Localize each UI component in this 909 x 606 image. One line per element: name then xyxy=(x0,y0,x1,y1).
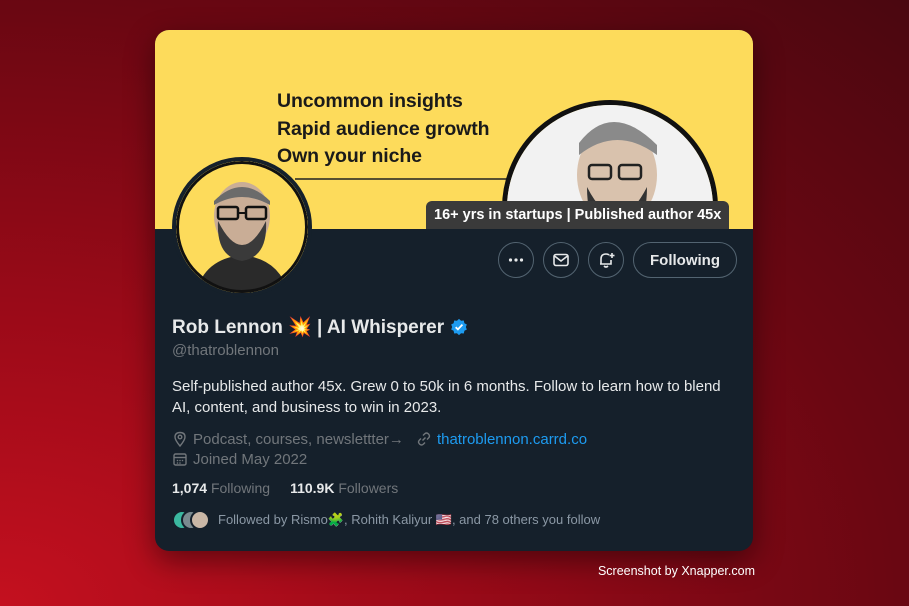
profile-stats: 1,074 Following 110.9K Followers xyxy=(172,480,398,496)
banner-line-1: Uncommon insights xyxy=(277,90,463,112)
followers-stat[interactable]: 110.9K Followers xyxy=(290,480,398,496)
bell-plus-icon xyxy=(600,253,615,268)
website-item[interactable]: thatroblennon.carrd.co xyxy=(416,431,587,448)
joined-item: Joined May 2022 xyxy=(172,451,307,468)
profile-actions: Following xyxy=(498,242,737,278)
link-icon xyxy=(417,432,431,446)
notifications-button[interactable] xyxy=(588,242,625,278)
banner-text: Uncommon insights Rapid audience growth … xyxy=(277,88,490,171)
following-label: Following xyxy=(210,480,271,496)
banner-tag: 16+ yrs in startups | Published author 4… xyxy=(426,201,730,229)
followed-by-text: Followed by Rismo🧩, Rohith Kaliyur 🇺🇸, a… xyxy=(218,512,601,527)
profile-meta: Podcast, courses, newslettter→ thatroble… xyxy=(172,429,599,469)
display-name: Rob Lennon 💥 | AI Whisperer xyxy=(172,317,445,338)
envelope-icon xyxy=(553,253,569,267)
display-name-row: Rob Lennon 💥 | AI Whisperer xyxy=(172,315,468,339)
profile-card: Uncommon insights Rapid audience growth … xyxy=(155,30,753,551)
mini-avatar xyxy=(190,510,210,530)
following-stat[interactable]: 1,074 Following xyxy=(172,480,270,496)
followed-by[interactable]: Followed by Rismo🧩, Rohith Kaliyur 🇺🇸, a… xyxy=(172,510,600,530)
followers-label: Followers xyxy=(338,480,399,496)
banner-line-3: Own your niche xyxy=(277,145,422,167)
calendar-icon xyxy=(173,453,187,466)
location-text: Podcast, courses, newslettter→ xyxy=(193,430,404,448)
followers-count: 110.9K xyxy=(290,480,335,496)
banner-line-2: Rapid audience growth xyxy=(277,117,490,140)
profile-bio: Self-published author 45x. Grew 0 to 50k… xyxy=(172,378,721,416)
more-options-button[interactable] xyxy=(498,242,535,278)
joined-text: Joined May 2022 xyxy=(193,450,308,468)
verified-badge-icon xyxy=(451,318,467,336)
screenshot-credit: Screenshot by Xnapper.com xyxy=(597,564,755,578)
avatar[interactable] xyxy=(172,157,312,297)
location-pin-icon xyxy=(174,431,186,447)
website-link[interactable]: thatroblennon.carrd.co xyxy=(437,431,587,448)
more-icon xyxy=(508,258,524,262)
location-item: Podcast, courses, newslettter→ xyxy=(172,431,404,448)
following-count: 1,074 xyxy=(172,480,208,496)
followers-you-know-avatars xyxy=(172,510,210,530)
message-button[interactable] xyxy=(543,242,580,278)
user-handle: @thatroblennon xyxy=(172,342,279,359)
following-button[interactable]: Following xyxy=(633,242,737,278)
